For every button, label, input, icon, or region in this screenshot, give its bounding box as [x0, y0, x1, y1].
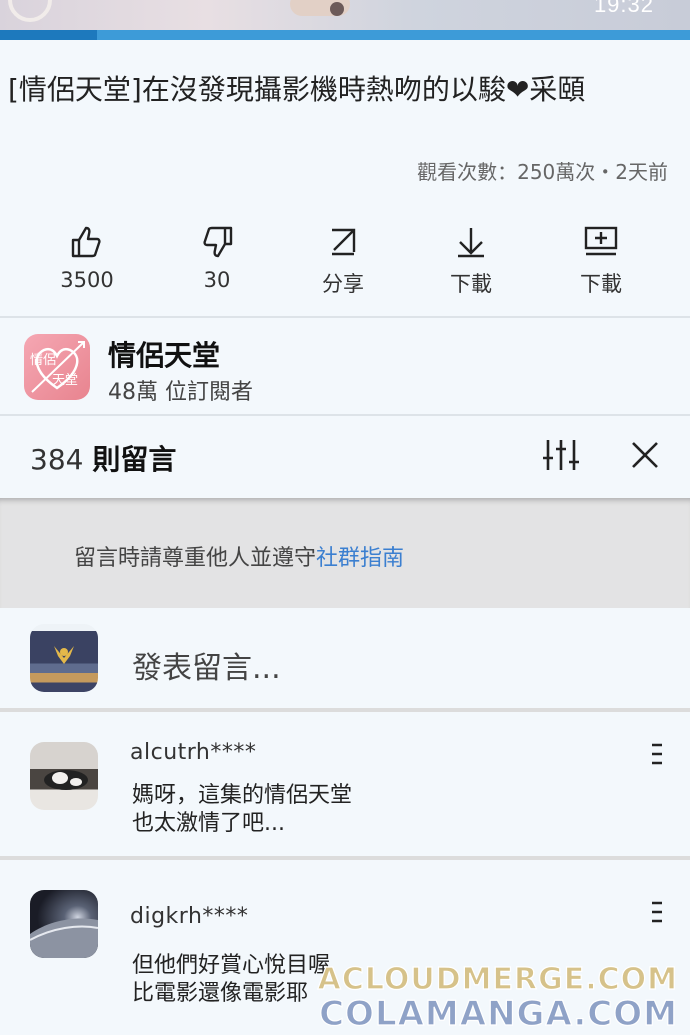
- comment-line: 媽呀，這集的情侶天堂: [132, 783, 353, 808]
- like-count: 3500: [60, 268, 114, 292]
- share-label: 分享: [322, 272, 364, 296]
- video-progress-bar[interactable]: [0, 30, 690, 40]
- comment-line: 比電影還像電影耶: [132, 981, 309, 1006]
- share-icon: [332, 228, 356, 256]
- status-time: 19:32: [593, 0, 654, 17]
- commenter-avatar[interactable]: [30, 890, 98, 958]
- save-to-playlist-icon: [584, 226, 618, 256]
- user-avatar: [30, 624, 98, 692]
- comment-body: 但他們好賞心悅目喔 比電影還像電影耶: [132, 952, 330, 1008]
- sort-filter-icon[interactable]: [542, 438, 580, 472]
- cat-photo-icon: [44, 770, 88, 790]
- dislike-button[interactable]: 30: [162, 224, 272, 292]
- guidelines-prefix: 留言時請尊重他人並遵守: [74, 546, 317, 571]
- video-views: 觀看次數：250萬次・2天前: [417, 160, 668, 184]
- download-label: 下載: [450, 272, 492, 296]
- video-progress-fill: [0, 30, 97, 40]
- thumbs-down-icon: [203, 226, 233, 258]
- comment-item: alcutrh**** 媽呀，這集的情侶天堂 也太激情了吧...: [0, 712, 690, 856]
- download-icon: [458, 228, 484, 258]
- comments-number: 384: [30, 443, 84, 476]
- subscriber-count: 48萬 位訂閱者: [108, 380, 253, 405]
- logo-text-bottom: 天堂: [52, 373, 78, 388]
- save-button[interactable]: 下載: [546, 224, 656, 298]
- divider: [0, 414, 690, 416]
- comment-line: 但他們好賞心悅目喔: [132, 953, 331, 978]
- more-options-icon[interactable]: [650, 742, 664, 766]
- dislike-count: 30: [203, 268, 231, 292]
- video-thumbnail-shape: [8, 0, 52, 22]
- planet-photo-icon: [30, 918, 98, 958]
- comments-count: 384 則留言: [30, 438, 176, 478]
- guidelines-banner: 留言時請尊重他人並遵守社群指南: [0, 498, 690, 608]
- comment-input[interactable]: 發表留言...: [132, 643, 281, 687]
- divider: [0, 316, 690, 318]
- commenter-avatar[interactable]: [30, 742, 98, 810]
- comment-line: 也太激情了吧...: [132, 811, 285, 836]
- comment-username[interactable]: digkrh****: [130, 904, 248, 929]
- save-label: 下載: [580, 272, 622, 296]
- thumbs-up-icon: [71, 226, 101, 258]
- police-cap-badge-icon: [54, 646, 74, 664]
- guidelines-text: 留言時請尊重他人並遵守社群指南: [74, 540, 404, 572]
- video-player-strip[interactable]: 19:32: [0, 0, 690, 30]
- watermark-text: ACLOUDMERGE.COM: [317, 961, 678, 997]
- more-options-icon[interactable]: [650, 900, 664, 924]
- download-button[interactable]: 下載: [416, 224, 526, 298]
- share-button[interactable]: 分享: [288, 224, 398, 298]
- guidelines-link[interactable]: 社群指南: [316, 546, 404, 571]
- logo-text-top: 情侶: [30, 353, 56, 368]
- comment-username[interactable]: alcutrh****: [130, 740, 256, 765]
- video-thumbnail-shape: [330, 2, 344, 16]
- channel-avatar[interactable]: 情侶 天堂: [24, 334, 90, 400]
- video-title: [情侶天堂]在沒發現攝影機時熱吻的以駿❤采頤: [8, 73, 586, 106]
- comment-body: 媽呀，這集的情侶天堂 也太激情了吧...: [132, 782, 352, 838]
- comments-label: 則留言: [92, 443, 177, 476]
- like-button[interactable]: 3500: [32, 224, 142, 292]
- heart-arrow-icon: 情侶 天堂: [30, 341, 85, 393]
- action-row: 3500 30 分享 下載 下載: [0, 224, 690, 304]
- watermark-text: COLAMANGA.COM: [318, 993, 678, 1034]
- close-icon[interactable]: [630, 440, 660, 470]
- channel-name[interactable]: 情侶天堂: [108, 334, 220, 374]
